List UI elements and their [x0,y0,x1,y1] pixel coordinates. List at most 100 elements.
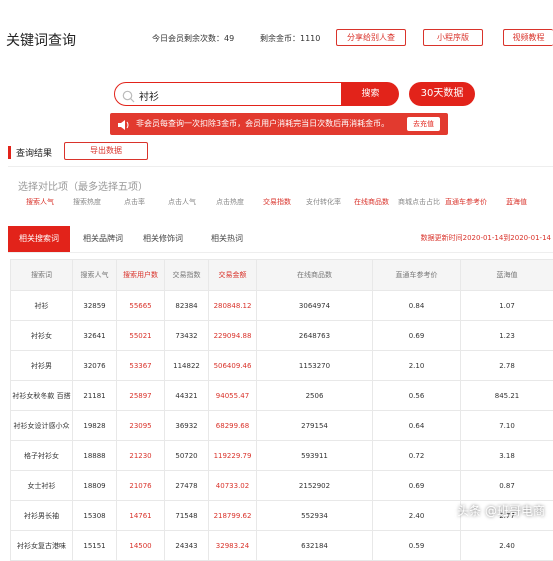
tab-related-search[interactable]: 相关搜索词 [8,226,70,252]
col-header[interactable]: 搜索用户数 [117,260,165,291]
table-cell: 0.56 [373,381,461,411]
table-cell: 0.87 [461,471,553,501]
table-cell: 2152902 [257,471,373,501]
divider [8,166,553,167]
table-cell: 19828 [73,411,117,441]
search-button[interactable]: 搜索 [342,82,399,106]
col-header[interactable]: 交易金额 [209,260,257,291]
member-queries-remaining: 今日会员剩余次数：49 [152,33,234,44]
table-cell: 15151 [73,531,117,561]
table-cell: 55665 [117,291,165,321]
compare-item-online-products[interactable]: 在线商品数 [354,197,389,207]
table-cell: 32859 [73,291,117,321]
watermark: 头条 @班哥电商 [457,502,545,519]
search-input[interactable]: 衬衫 [114,82,342,106]
export-button[interactable]: 导出数据 [64,142,148,160]
table-cell: 229094.88 [209,321,257,351]
table-cell[interactable]: 衬衫女 [11,321,73,351]
col-header[interactable]: 蓝海值 [461,260,553,291]
col-header[interactable]: 搜索人气 [73,260,117,291]
table-cell: 71548 [165,501,209,531]
table-cell: 0.72 [373,441,461,471]
table-cell[interactable]: 格子衬衫女 [11,441,73,471]
col-header[interactable]: 搜索词 [11,260,73,291]
col-header[interactable]: 交易指数 [165,260,209,291]
table-cell[interactable]: 衬衫 [11,291,73,321]
table-cell: 27478 [165,471,209,501]
table-row: 衬衫女设计感小众19828230953693268299.682791540.6… [11,411,553,441]
compare-item-conversion[interactable]: 支付转化率 [306,197,341,207]
table-cell: 2648763 [257,321,373,351]
table-row: 衬衫女复古港味15151145002434332983.246321840.59… [11,531,553,561]
compare-item-ztc-price[interactable]: 直通车参考价 [445,197,487,207]
table-cell: 36932 [165,411,209,441]
notice-text: 非会员每查询一次扣除3金币，会员用户消耗完当日次数后再消耗金币。 [136,119,389,128]
tab-related-modifier[interactable]: 相关修饰词 [134,226,192,252]
table-cell[interactable]: 衬衫男 [11,351,73,381]
notice-banner: 非会员每查询一次扣除3金币，会员用户消耗完当日次数后再消耗金币。 去充值 [110,113,448,135]
table-row: 衬衫女秋冬款 百搭21181258974432194055.4725060.56… [11,381,553,411]
table-cell: 7.10 [461,411,553,441]
miniprogram-button[interactable]: 小程序版 [423,29,483,46]
share-button[interactable]: 分享给别人查 [336,29,406,46]
table-cell: 24343 [165,531,209,561]
compare-item-search-popularity[interactable]: 搜索人气 [26,197,54,207]
search-query: 衬衫 [139,88,159,103]
table-cell: 506409.46 [209,351,257,381]
table-cell: 3064974 [257,291,373,321]
table-cell: 1.23 [461,321,553,351]
page-title: 关键词查询 [6,30,76,50]
compare-item-click-popularity[interactable]: 点击人气 [168,197,196,207]
col-header[interactable]: 在线商品数 [257,260,373,291]
table-cell: 2.10 [373,351,461,381]
table-cell: 18809 [73,471,117,501]
table-cell: 280848.12 [209,291,257,321]
table-cell[interactable]: 衬衫女秋冬款 百搭 [11,381,73,411]
table-cell: 82384 [165,291,209,321]
table-cell: 40733.02 [209,471,257,501]
table-cell: 14500 [117,531,165,561]
compare-label: 选择对比项（最多选择五项） [18,178,148,193]
compare-item-mall-ctr[interactable]: 商城点击占比 [398,197,440,207]
table-cell: 14761 [117,501,165,531]
tab-related-hot[interactable]: 相关热词 [198,226,256,252]
table-cell: 1153270 [257,351,373,381]
table-cell: 2506 [257,381,373,411]
table-cell: 32076 [73,351,117,381]
table-cell: 0.69 [373,321,461,351]
table-cell: 32641 [73,321,117,351]
table-cell: 2.78 [461,351,553,381]
table-cell: 21181 [73,381,117,411]
table-cell[interactable]: 衬衫女复古港味 [11,531,73,561]
table-header-row: 搜索词 搜索人气 搜索用户数 交易指数 交易金额 在线商品数 直通车参考价 蓝海… [11,260,553,291]
table-row: 女士衬衫18809210762747840733.0221529020.690.… [11,471,553,501]
update-time: 数据更新时间2020-01-14到2020-01-14 [421,233,551,243]
section-marker [8,146,11,159]
table-cell: 1.07 [461,291,553,321]
table-cell: 50720 [165,441,209,471]
table-cell: 53367 [117,351,165,381]
compare-item-search-heat[interactable]: 搜索热度 [73,197,101,207]
results-title: 查询结果 [16,146,52,159]
table-cell: 21076 [117,471,165,501]
col-header[interactable]: 直通车参考价 [373,260,461,291]
table-cell: 3.18 [461,441,553,471]
compare-item-blue-ocean[interactable]: 蓝海值 [506,197,527,207]
speaker-icon [117,118,130,140]
compare-item-click-heat[interactable]: 点击热度 [216,197,244,207]
30-day-data-button[interactable]: 30天数据 [409,82,475,106]
recharge-button[interactable]: 去充值 [407,117,440,131]
table-cell: 21230 [117,441,165,471]
video-tutorial-button[interactable]: 视频教程 [503,29,553,46]
compare-item-ctr[interactable]: 点击率 [124,197,145,207]
search-icon [122,88,135,107]
compare-item-trade-index[interactable]: 交易指数 [263,197,291,207]
tab-related-brand[interactable]: 相关品牌词 [74,226,132,252]
table-cell[interactable]: 女士衬衫 [11,471,73,501]
table-cell: 0.59 [373,531,461,561]
table-cell[interactable]: 衬衫女设计感小众 [11,411,73,441]
table-cell: 25897 [117,381,165,411]
table-cell: 114822 [165,351,209,381]
table-cell: 18888 [73,441,117,471]
table-cell[interactable]: 衬衫男长袖 [11,501,73,531]
